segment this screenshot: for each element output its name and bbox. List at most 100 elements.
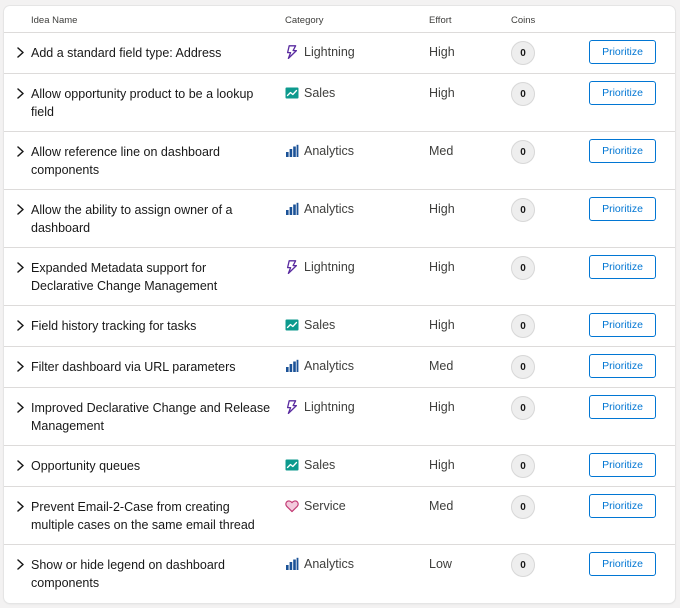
prioritize-button[interactable]: Prioritize <box>589 40 656 64</box>
effort-value: Low <box>429 557 452 571</box>
category-label-sales: Sales <box>304 318 336 332</box>
idea-name: Add a standard field type: Address <box>31 46 222 60</box>
coins-badge: 0 <box>511 355 535 379</box>
idea-name: Allow reference line on dashboard compon… <box>31 145 221 177</box>
expand-chevron-icon[interactable] <box>13 557 27 571</box>
lightning-icon <box>285 400 299 414</box>
category-label-lightning: Lightning <box>304 45 355 59</box>
expand-chevron-icon[interactable] <box>13 458 27 472</box>
category-label-sales: Sales <box>304 458 336 472</box>
coins-badge: 0 <box>511 198 535 222</box>
table-header: Idea Name Category Effort Coins <box>4 6 675 33</box>
prioritize-button[interactable]: Prioritize <box>589 453 656 477</box>
coins-badge: 0 <box>511 41 535 65</box>
table-row: Show or hide legend on dashboard compone… <box>4 545 675 603</box>
category-cell: Analytics <box>285 202 354 216</box>
prioritize-button[interactable]: Prioritize <box>589 313 656 337</box>
prioritize-button[interactable]: Prioritize <box>589 255 656 279</box>
idea-name: Field history tracking for tasks <box>31 319 197 333</box>
category-label-lightning: Lightning <box>304 260 355 274</box>
prioritize-button[interactable]: Prioritize <box>589 197 656 221</box>
table-row: Prevent Email-2-Case from creating multi… <box>4 487 675 545</box>
coins-badge: 0 <box>511 140 535 164</box>
effort-value: High <box>429 400 455 414</box>
column-header-coins[interactable]: Coins <box>511 15 535 26</box>
table-row: Allow the ability to assign owner of a d… <box>4 190 675 248</box>
idea-name: Allow the ability to assign owner of a d… <box>31 203 233 235</box>
table-row: Filter dashboard via URL parameters Anal… <box>4 347 675 388</box>
category-cell: Analytics <box>285 359 354 373</box>
prioritize-button[interactable]: Prioritize <box>589 552 656 576</box>
category-cell: Sales <box>285 318 335 332</box>
category-cell: Sales <box>285 458 335 472</box>
coins-badge: 0 <box>511 256 535 280</box>
expand-chevron-icon[interactable] <box>13 202 27 216</box>
effort-value: High <box>429 458 455 472</box>
category-label-analytics: Analytics <box>304 359 355 373</box>
sales-chart-icon <box>285 86 299 100</box>
analytics-bar-icon <box>285 144 299 158</box>
effort-value: High <box>429 45 455 59</box>
column-header-category[interactable]: Category <box>285 15 324 26</box>
prioritize-button[interactable]: Prioritize <box>589 81 656 105</box>
analytics-bar-icon <box>285 557 299 571</box>
table-body: Add a standard field type: Address Light… <box>4 33 675 603</box>
prioritize-button[interactable]: Prioritize <box>589 494 656 518</box>
analytics-bar-icon <box>285 202 299 216</box>
coins-badge: 0 <box>511 495 535 519</box>
heart-icon <box>285 499 299 513</box>
idea-name: Prevent Email-2-Case from creating multi… <box>31 500 255 532</box>
prioritize-button[interactable]: Prioritize <box>589 354 656 378</box>
idea-name: Improved Declarative Change and Release … <box>31 401 271 433</box>
expand-chevron-icon[interactable] <box>13 318 27 332</box>
table-row: Add a standard field type: Address Light… <box>4 33 675 74</box>
effort-value: High <box>429 202 455 216</box>
expand-chevron-icon[interactable] <box>13 86 27 100</box>
table-row: Improved Declarative Change and Release … <box>4 388 675 446</box>
expand-chevron-icon[interactable] <box>13 260 27 274</box>
category-cell: Analytics <box>285 557 354 571</box>
table-row: Allow reference line on dashboard compon… <box>4 132 675 190</box>
coins-badge: 0 <box>511 314 535 338</box>
expand-chevron-icon[interactable] <box>13 45 27 59</box>
expand-chevron-icon[interactable] <box>13 144 27 158</box>
category-label-analytics: Analytics <box>304 202 355 216</box>
ideas-table: Idea Name Category Effort Coins Add a st… <box>4 6 675 603</box>
idea-name: Opportunity queues <box>31 459 141 473</box>
effort-value: Med <box>429 359 454 373</box>
effort-value: High <box>429 86 455 100</box>
category-label-service: Service <box>304 499 346 513</box>
coins-badge: 0 <box>511 454 535 478</box>
coins-badge: 0 <box>511 553 535 577</box>
sales-chart-icon <box>285 458 299 472</box>
table-row: Field history tracking for tasks Sales H… <box>4 306 675 347</box>
column-header-idea-name[interactable]: Idea Name <box>31 15 77 26</box>
category-cell: Lightning <box>285 260 355 274</box>
expand-chevron-icon[interactable] <box>13 499 27 513</box>
prioritize-button[interactable]: Prioritize <box>589 139 656 163</box>
idea-name: Expanded Metadata support for Declarativ… <box>31 261 218 293</box>
sales-chart-icon <box>285 318 299 332</box>
category-cell: Service <box>285 499 346 513</box>
idea-name: Allow opportunity product to be a lookup… <box>31 87 254 119</box>
effort-value: High <box>429 260 455 274</box>
lightning-icon <box>285 45 299 59</box>
category-cell: Analytics <box>285 144 354 158</box>
category-cell: Lightning <box>285 45 355 59</box>
expand-chevron-icon[interactable] <box>13 359 27 373</box>
column-header-effort[interactable]: Effort <box>429 15 452 26</box>
category-cell: Lightning <box>285 400 355 414</box>
coins-badge: 0 <box>511 396 535 420</box>
category-label-analytics: Analytics <box>304 144 355 158</box>
category-label-analytics: Analytics <box>304 557 355 571</box>
prioritize-button[interactable]: Prioritize <box>589 395 656 419</box>
expand-chevron-icon[interactable] <box>13 400 27 414</box>
category-label-lightning: Lightning <box>304 400 355 414</box>
coins-badge: 0 <box>511 82 535 106</box>
table-row: Opportunity queues Sales High 0 Prioriti… <box>4 446 675 487</box>
effort-value: Med <box>429 499 454 513</box>
category-cell: Sales <box>285 86 335 100</box>
idea-name: Filter dashboard via URL parameters <box>31 360 236 374</box>
idea-name: Show or hide legend on dashboard compone… <box>31 558 225 590</box>
effort-value: Med <box>429 144 454 158</box>
